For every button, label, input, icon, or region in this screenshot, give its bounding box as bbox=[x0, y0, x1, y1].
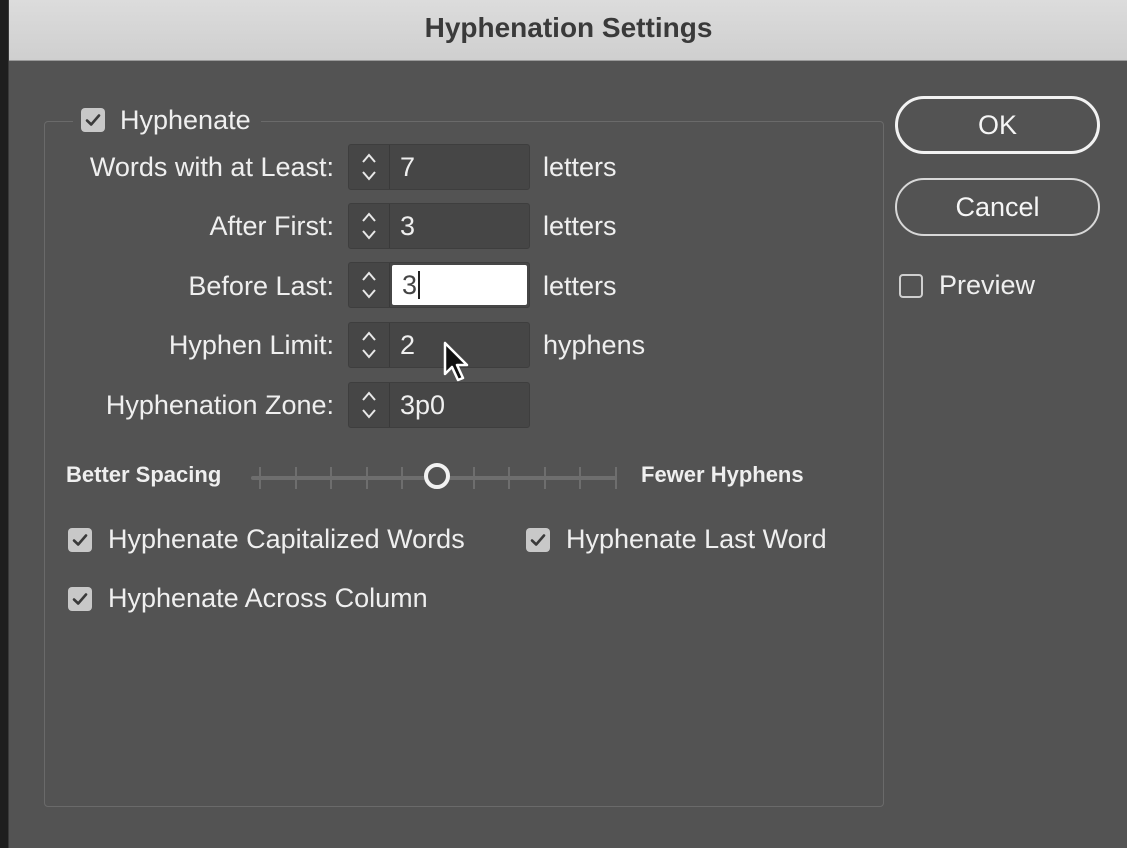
dialog-title: Hyphenation Settings bbox=[424, 12, 713, 43]
slider-tick bbox=[401, 467, 404, 489]
hyphenate-last-word-option[interactable]: Hyphenate Last Word bbox=[526, 524, 827, 555]
cancel-button[interactable]: Cancel bbox=[895, 178, 1100, 236]
hyphenate-label: Hyphenate bbox=[120, 104, 251, 135]
checkmark-icon bbox=[85, 114, 101, 126]
mouse-pointer-icon bbox=[443, 341, 469, 382]
hyphenate-capitalized-label: Hyphenate Capitalized Words bbox=[108, 524, 465, 554]
preview-option[interactable]: Preview bbox=[899, 270, 1035, 301]
hyphenate-across-column-option[interactable]: Hyphenate Across Column bbox=[68, 583, 428, 614]
better-spacing-label: Better Spacing bbox=[66, 462, 222, 487]
preview-checkbox[interactable] bbox=[899, 273, 923, 298]
spacing-slider-thumb[interactable] bbox=[424, 463, 450, 489]
hyphenation-zone-label: Hyphenation Zone: bbox=[105, 390, 334, 420]
words-with-at-least-input[interactable]: 7 bbox=[390, 145, 529, 189]
before-last-label: Before Last: bbox=[188, 271, 334, 301]
hyphenate-checkbox-row[interactable]: Hyphenate bbox=[73, 102, 261, 138]
after-first-input[interactable]: 3 bbox=[390, 204, 529, 248]
hyphen-limit-unit: hyphens bbox=[543, 330, 646, 360]
hyphenate-across-column-checkbox[interactable] bbox=[68, 586, 92, 611]
slider-tick bbox=[259, 467, 261, 489]
before-last-value: 3 bbox=[402, 269, 418, 300]
slider-tick bbox=[472, 467, 475, 489]
slider-tick bbox=[365, 467, 368, 489]
words-with-at-least-stepper[interactable]: 7 bbox=[348, 144, 530, 190]
stepper-arrows-icon[interactable] bbox=[349, 263, 390, 307]
hyphen-limit-stepper[interactable]: 2 bbox=[348, 322, 530, 368]
hyphen-limit-label: Hyphen Limit: bbox=[168, 330, 334, 360]
before-last-input[interactable]: 3 bbox=[392, 265, 527, 305]
stepper-arrows-icon[interactable] bbox=[349, 145, 390, 189]
title-bar[interactable]: Hyphenation Settings bbox=[9, 0, 1127, 61]
checkmark-icon bbox=[72, 592, 88, 605]
slider-tick bbox=[330, 467, 333, 489]
after-first-stepper[interactable]: 3 bbox=[348, 203, 530, 249]
hyphenate-across-column-label: Hyphenate Across Column bbox=[108, 583, 428, 613]
hyphenation-zone-input[interactable]: 3p0 bbox=[390, 383, 529, 427]
stepper-arrows-icon[interactable] bbox=[349, 383, 390, 427]
words-with-at-least-unit: letters bbox=[543, 152, 617, 182]
preview-label: Preview bbox=[939, 270, 1036, 300]
fewer-hyphens-label: Fewer Hyphens bbox=[641, 462, 804, 487]
checkmark-icon bbox=[72, 533, 88, 546]
after-first-unit: letters bbox=[543, 211, 617, 241]
words-with-at-least-label: Words with at Least: bbox=[89, 152, 334, 182]
hyphenate-checkbox[interactable] bbox=[81, 108, 105, 132]
slider-tick bbox=[294, 467, 297, 489]
stepper-arrows-icon[interactable] bbox=[349, 323, 390, 367]
ok-button[interactable]: OK bbox=[895, 96, 1100, 154]
after-first-label: After First: bbox=[209, 211, 334, 241]
hyphenate-capitalized-option[interactable]: Hyphenate Capitalized Words bbox=[68, 524, 465, 555]
before-last-unit: letters bbox=[543, 271, 617, 301]
slider-tick bbox=[615, 467, 617, 489]
slider-tick bbox=[579, 467, 582, 489]
slider-tick bbox=[543, 467, 546, 489]
text-caret bbox=[418, 271, 421, 299]
hyphenate-last-word-checkbox[interactable] bbox=[526, 527, 550, 552]
stepper-arrows-icon[interactable] bbox=[349, 204, 390, 248]
hyphenation-dialog: Hyphenation Settings Hyphenate Words wit… bbox=[8, 0, 1127, 848]
hyphenate-last-word-label: Hyphenate Last Word bbox=[566, 524, 827, 554]
hyphenate-capitalized-checkbox[interactable] bbox=[68, 527, 92, 552]
checkmark-icon bbox=[530, 533, 546, 546]
slider-tick bbox=[508, 467, 511, 489]
hyphenation-zone-stepper[interactable]: 3p0 bbox=[348, 382, 530, 428]
before-last-stepper[interactable]: 3 bbox=[348, 262, 530, 308]
